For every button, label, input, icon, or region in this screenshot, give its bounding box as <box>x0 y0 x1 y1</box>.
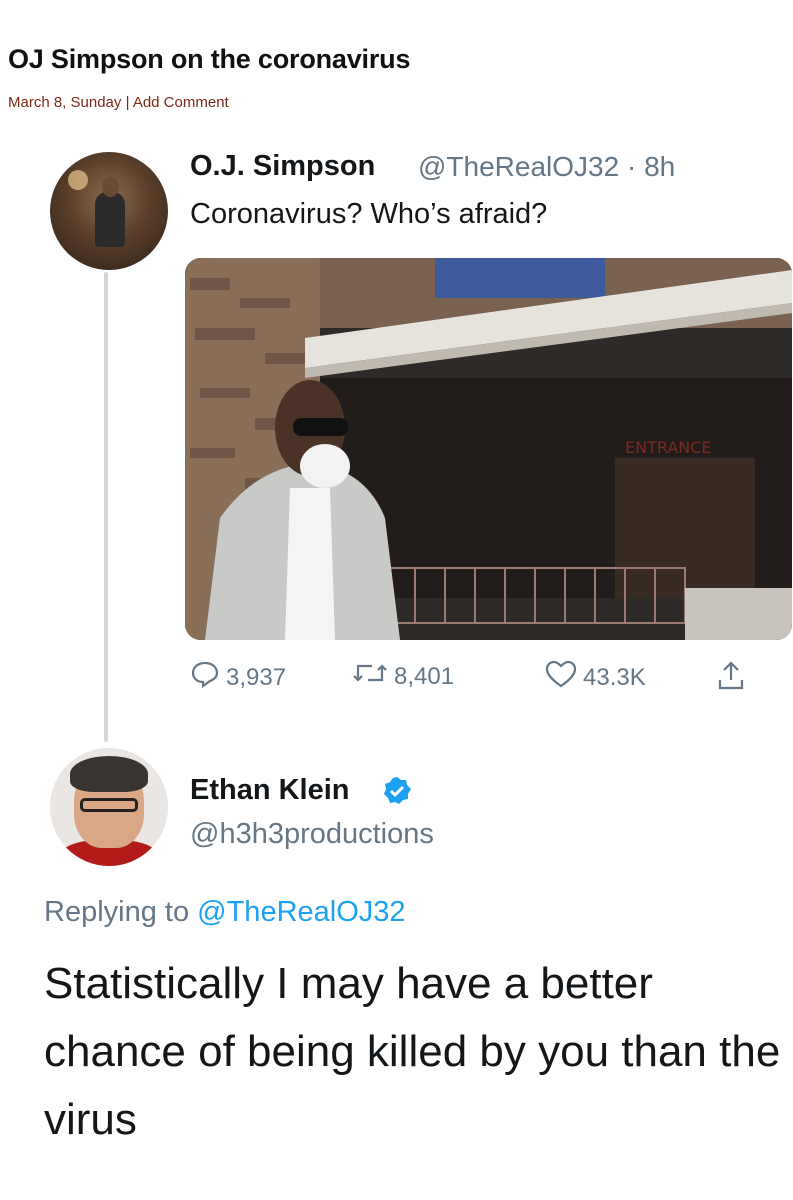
tweet-text: Coronavirus? Who’s afraid? <box>190 198 548 230</box>
reply-icon <box>190 660 220 695</box>
meta-separator: | <box>125 94 130 111</box>
share-icon <box>716 660 746 699</box>
reply-button[interactable]: 3,937 <box>190 660 286 695</box>
like-icon <box>545 660 577 695</box>
retweet-button[interactable]: 8,401 <box>352 660 454 693</box>
replying-to-line: Replying to @TheRealOJ32 <box>44 896 406 929</box>
share-button[interactable] <box>716 660 752 699</box>
tweet-photo[interactable]: ENTRANCE <box>185 258 792 640</box>
reply-author-handle[interactable]: @h3h3productions <box>190 818 434 851</box>
tweet-author-handle-time[interactable]: @TheRealOJ32 · 8h <box>418 151 675 183</box>
reply-text: Statistically I may have a better chance… <box>44 959 781 1144</box>
article-meta: March 8, Sunday | Add Comment <box>8 94 229 111</box>
tweet-author-name[interactable]: O.J. Simpson <box>190 150 375 183</box>
store-front-photo-illustration: ENTRANCE <box>185 258 792 640</box>
verified-badge-icon <box>382 776 412 806</box>
article-date: March 8, Sunday <box>8 94 122 111</box>
like-button[interactable]: 43.3K <box>545 660 646 695</box>
like-count: 43.3K <box>583 663 646 691</box>
retweet-count: 8,401 <box>394 662 455 690</box>
reply-count: 3,937 <box>226 663 287 691</box>
article-title: OJ Simpson on the coronavirus <box>8 44 411 74</box>
add-comment-link[interactable]: Add Comment <box>133 94 229 111</box>
replying-to-label: Replying to <box>44 896 190 928</box>
reply-author-name[interactable]: Ethan Klein <box>190 774 350 807</box>
oj-avatar[interactable] <box>50 152 168 270</box>
ethan-avatar[interactable] <box>50 748 168 866</box>
replying-to-mention-link[interactable]: @TheRealOJ32 <box>197 896 405 928</box>
retweet-icon <box>352 660 388 693</box>
thread-connector-line <box>104 272 108 742</box>
svg-text:ENTRANCE: ENTRANCE <box>625 438 712 457</box>
